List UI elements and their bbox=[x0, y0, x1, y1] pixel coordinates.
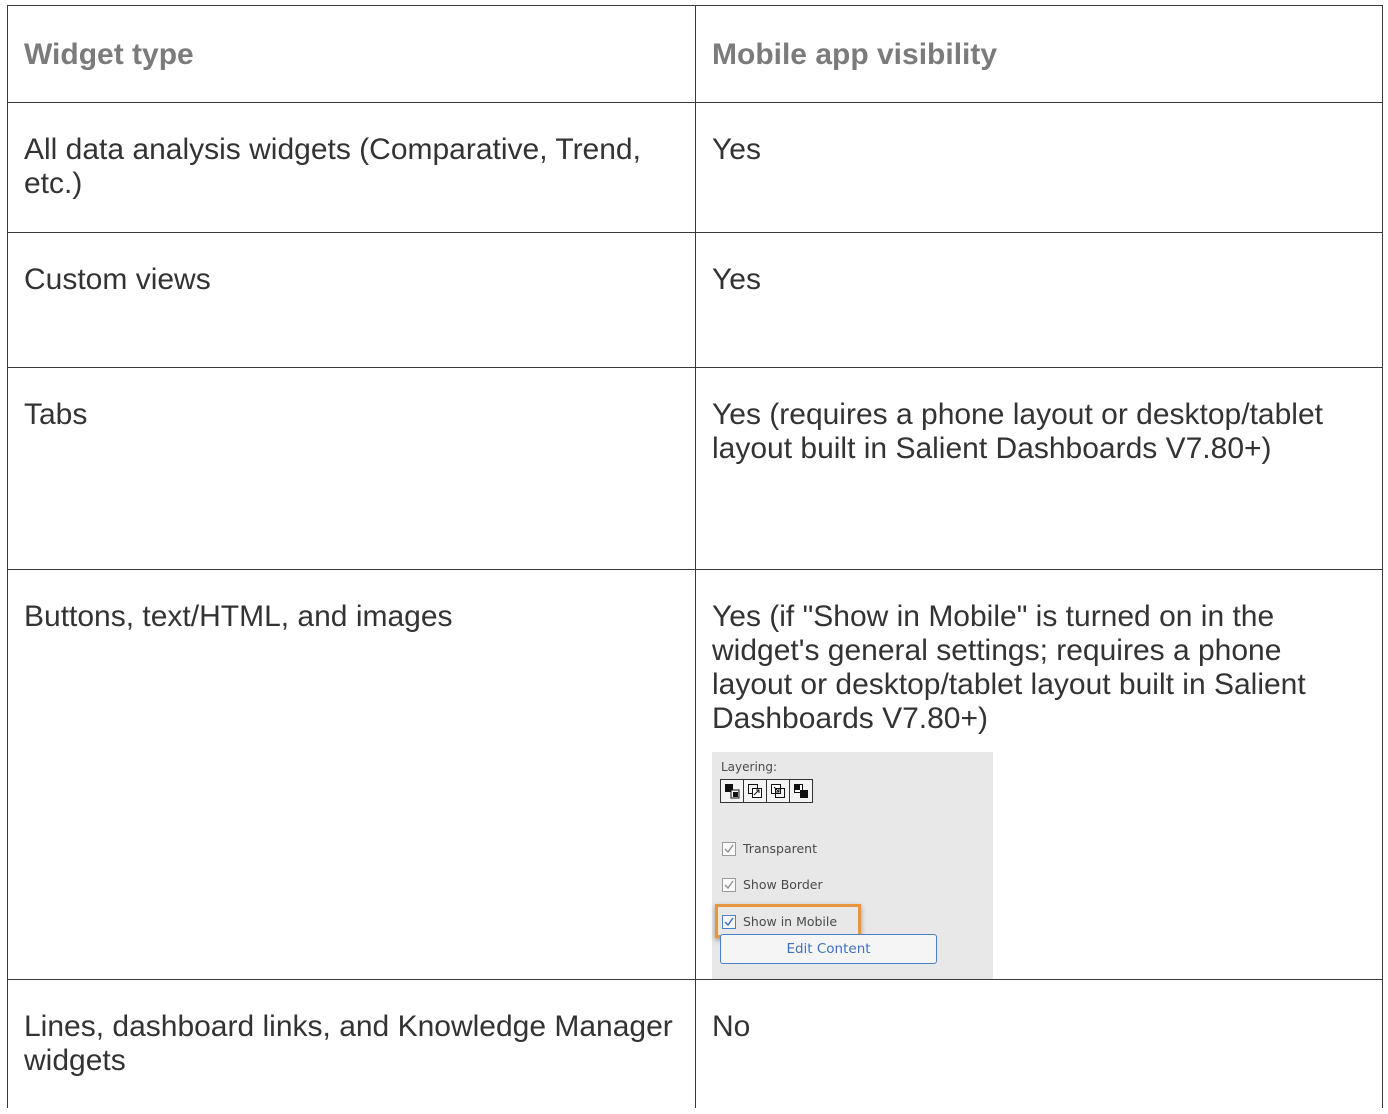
layering-label: Layering: bbox=[721, 760, 778, 774]
visibility-cell: Yes bbox=[695, 102, 1383, 233]
table-row: Buttons, text/HTML, and images Yes (if "… bbox=[7, 569, 1383, 980]
table-header-row: Widget type Mobile app visibility bbox=[7, 5, 1383, 103]
table-row: All data analysis widgets (Comparative, … bbox=[7, 102, 1383, 233]
transparent-checkbox[interactable] bbox=[722, 842, 736, 856]
visibility-cell: No bbox=[695, 979, 1383, 1108]
show-border-checkbox[interactable] bbox=[722, 878, 736, 892]
general-settings-screenshot: Layering: Transparent Show Border Show i… bbox=[712, 752, 993, 979]
show-border-checkbox-row[interactable]: Show Border bbox=[722, 878, 823, 892]
header-widget-type: Widget type bbox=[7, 5, 696, 103]
show-in-mobile-highlight bbox=[715, 904, 861, 938]
bring-to-front-icon[interactable] bbox=[720, 779, 744, 803]
visibility-cell: Yes bbox=[695, 232, 1383, 368]
widget-type-cell: All data analysis widgets (Comparative, … bbox=[7, 102, 696, 233]
edit-content-button[interactable]: Edit Content bbox=[720, 934, 937, 964]
transparent-label: Transparent bbox=[743, 841, 818, 856]
transparent-checkbox-row[interactable]: Transparent bbox=[722, 842, 817, 856]
visibility-cell: Yes (if "Show in Mobile" is turned on in… bbox=[695, 569, 1383, 980]
layering-toolbar bbox=[720, 779, 813, 803]
widget-visibility-table: Widget type Mobile app visibility All da… bbox=[7, 5, 1383, 1108]
table-row: Lines, dashboard links, and Knowledge Ma… bbox=[7, 979, 1383, 1108]
visibility-text: Yes (if "Show in Mobile" is turned on in… bbox=[712, 600, 1306, 735]
send-to-back-icon[interactable] bbox=[789, 779, 813, 803]
widget-type-cell: Lines, dashboard links, and Knowledge Ma… bbox=[7, 979, 696, 1108]
widget-type-cell: Buttons, text/HTML, and images bbox=[7, 569, 696, 980]
visibility-cell: Yes (requires a phone layout or desktop/… bbox=[695, 367, 1383, 570]
widget-type-cell: Tabs bbox=[7, 367, 696, 570]
table-row: Custom views Yes bbox=[7, 232, 1383, 368]
table-row: Tabs Yes (requires a phone layout or des… bbox=[7, 367, 1383, 570]
widget-type-cell: Custom views bbox=[7, 232, 696, 368]
show-border-label: Show Border bbox=[743, 877, 823, 892]
bring-forward-icon[interactable] bbox=[743, 779, 767, 803]
send-backward-icon[interactable] bbox=[766, 779, 790, 803]
header-mobile-visibility: Mobile app visibility bbox=[695, 5, 1383, 103]
